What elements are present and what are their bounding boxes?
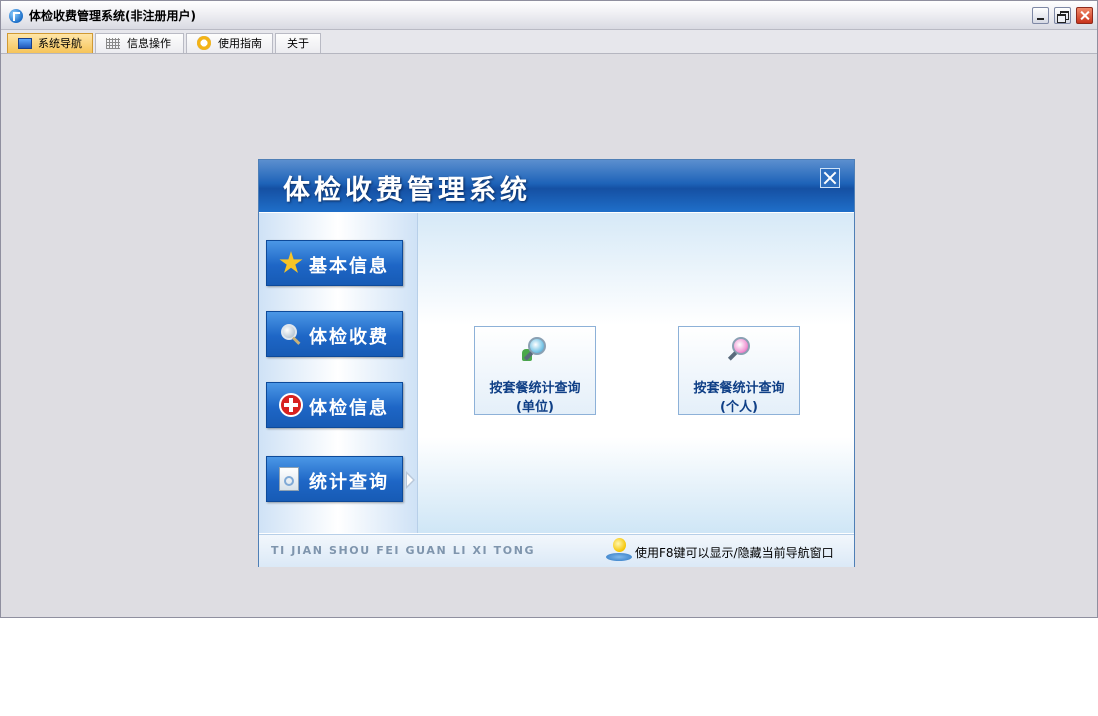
tab-bar: 系统导航 信息操作 使用指南 关于 bbox=[1, 30, 1097, 54]
app-logo-icon bbox=[9, 9, 23, 23]
navigation-dialog: 体检收费管理系统 基本信息 体检收费 体检信息 统计查询 按套餐统计查询 (单位… bbox=[258, 159, 855, 567]
lightbulb-icon bbox=[606, 538, 632, 564]
tab-label: 系统导航 bbox=[38, 37, 82, 50]
magnifier-handle bbox=[727, 351, 738, 361]
footer-tip: 使用F8键可以显示/隐藏当前导航窗口 bbox=[635, 546, 834, 560]
query-panel: 按套餐统计查询 (单位) 按套餐统计查询 (个人) bbox=[418, 213, 854, 533]
tab-label: 关于 bbox=[287, 37, 309, 50]
search-handle bbox=[291, 336, 301, 345]
group-search-icon bbox=[520, 335, 550, 365]
query-by-package-unit-button[interactable]: 按套餐统计查询 (单位) bbox=[474, 326, 596, 415]
nav-exam-info-button[interactable]: 体检信息 bbox=[266, 382, 403, 428]
nav-label: 体检收费 bbox=[309, 327, 389, 348]
dialog-footer: TI JIAN SHOU FEI GUAN LI XI TONG 使用F8键可以… bbox=[259, 534, 854, 567]
minimize-button[interactable] bbox=[1032, 7, 1049, 24]
restore-button[interactable] bbox=[1054, 7, 1071, 24]
query-by-package-individual-button[interactable]: 按套餐统计查询 (个人) bbox=[678, 326, 800, 415]
query-sublabel: (个人) bbox=[720, 400, 758, 415]
document-search-icon bbox=[279, 467, 299, 491]
nav-panel: 基本信息 体检收费 体检信息 统计查询 bbox=[259, 213, 418, 533]
dialog-close-button[interactable] bbox=[820, 168, 840, 188]
bulb-glass bbox=[613, 538, 626, 552]
tab-about[interactable]: 关于 bbox=[275, 33, 321, 53]
search-icon bbox=[279, 322, 303, 346]
help-ring-icon bbox=[197, 36, 211, 50]
dialog-header: 体检收费管理系统 bbox=[259, 160, 854, 212]
dialog-title: 体检收费管理系统 bbox=[283, 175, 531, 206]
bulb-base bbox=[606, 553, 632, 561]
close-button[interactable] bbox=[1076, 7, 1093, 24]
nav-label: 体检信息 bbox=[309, 398, 389, 419]
medical-cross-icon bbox=[279, 393, 303, 417]
tab-info-operation[interactable]: 信息操作 bbox=[95, 33, 184, 53]
grid-icon bbox=[106, 38, 120, 49]
person-search-icon bbox=[724, 335, 754, 365]
title-bar[interactable]: 体检收费管理系统(非注册用户) bbox=[1, 1, 1097, 30]
nav-exam-fee-button[interactable]: 体检收费 bbox=[266, 311, 403, 357]
window-title: 体检收费管理系统(非注册用户) bbox=[29, 9, 196, 23]
tab-system-navigation[interactable]: 系统导航 bbox=[7, 33, 93, 53]
query-label: 按套餐统计查询 bbox=[489, 381, 581, 396]
query-label: 按套餐统计查询 bbox=[693, 381, 785, 396]
tab-label: 信息操作 bbox=[127, 37, 171, 50]
tab-user-guide[interactable]: 使用指南 bbox=[186, 33, 273, 53]
monitor-icon bbox=[18, 38, 32, 49]
nav-label: 基本信息 bbox=[309, 256, 389, 277]
query-sublabel: (单位) bbox=[516, 400, 554, 415]
tab-label: 使用指南 bbox=[218, 37, 262, 50]
nav-statistics-query-button[interactable]: 统计查询 bbox=[266, 456, 403, 502]
nav-basic-info-button[interactable]: 基本信息 bbox=[266, 240, 403, 286]
selected-arrow-icon bbox=[406, 471, 415, 489]
nav-label: 统计查询 bbox=[309, 472, 389, 493]
star-icon bbox=[279, 251, 303, 273]
footer-romanized-title: TI JIAN SHOU FEI GUAN LI XI TONG bbox=[271, 544, 536, 557]
